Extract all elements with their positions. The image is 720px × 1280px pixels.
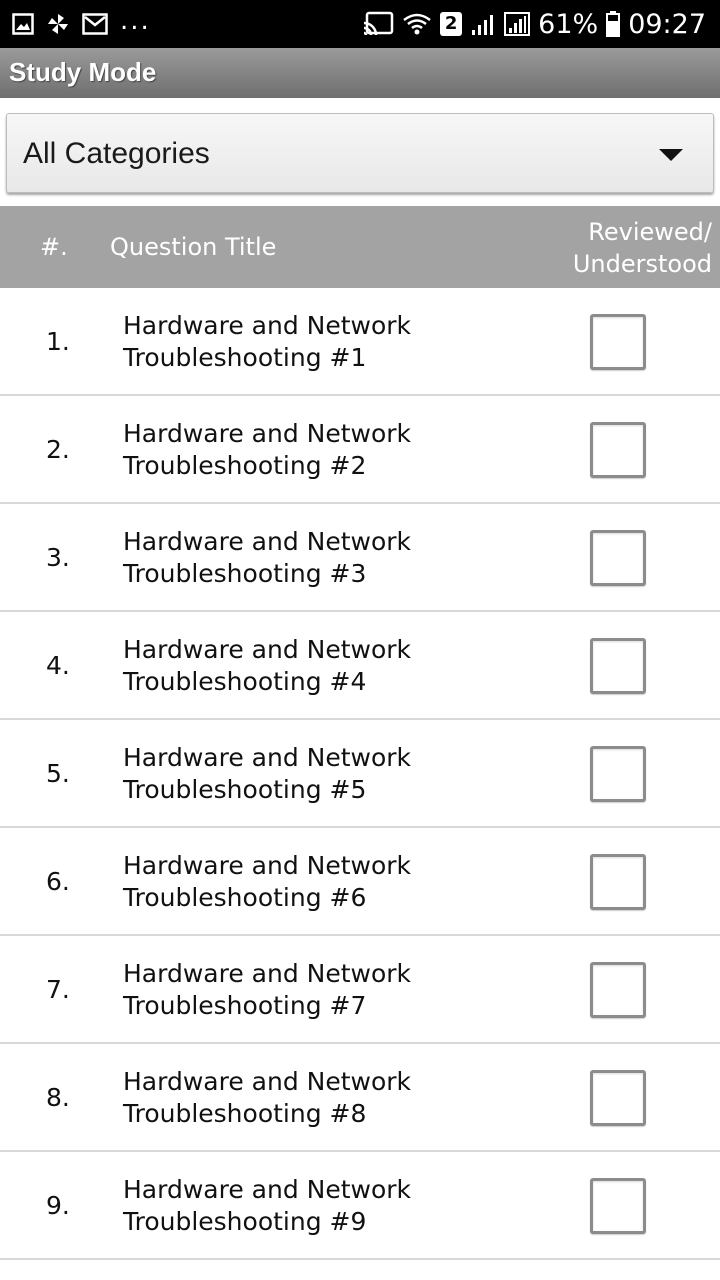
app-title-bar: Study Mode	[0, 48, 720, 98]
dropdown-arrow-icon	[659, 149, 683, 161]
reviewed-checkbox[interactable]	[590, 422, 646, 478]
reviewed-checkbox[interactable]	[590, 530, 646, 586]
table-row[interactable]: 1. Hardware and Network Troubleshooting #…	[0, 288, 720, 396]
table-row[interactable]: 7. Hardware and Network Troubleshooting #…	[0, 936, 720, 1044]
battery-icon	[606, 11, 621, 37]
question-title: Hardware and Network Troubleshooting #8	[123, 1066, 543, 1130]
question-title-line2: Troubleshooting #3	[123, 559, 367, 588]
question-title-line2: Troubleshooting #4	[123, 667, 367, 696]
overflow-indicator: ...	[120, 6, 151, 36]
question-title-line1: Hardware and Network	[123, 1067, 412, 1096]
column-header-reviewed-line2: Understood	[572, 250, 712, 278]
question-title-line2: Troubleshooting #5	[123, 775, 367, 804]
question-number: 7.	[46, 975, 70, 1004]
question-list: 1. Hardware and Network Troubleshooting #…	[0, 288, 720, 1260]
status-bar: ... 2 61% 09:27	[0, 0, 720, 48]
question-number: 6.	[46, 867, 70, 896]
question-number: 9.	[46, 1191, 70, 1220]
question-title-line1: Hardware and Network	[123, 635, 412, 664]
question-title: Hardware and Network Troubleshooting #3	[123, 526, 543, 590]
battery-percent: 61%	[538, 8, 599, 40]
column-header-number: #.	[40, 233, 68, 261]
question-title-line2: Troubleshooting #7	[123, 991, 367, 1020]
cast-icon	[362, 11, 394, 37]
question-title: Hardware and Network Troubleshooting #9	[123, 1174, 543, 1238]
question-number: 3.	[46, 543, 70, 572]
status-bar-right: 2 61% 09:27	[362, 0, 706, 48]
column-header-title: Question Title	[110, 233, 277, 261]
table-row[interactable]: 5. Hardware and Network Troubleshooting #…	[0, 720, 720, 828]
table-row[interactable]: 4. Hardware and Network Troubleshooting #…	[0, 612, 720, 720]
question-title: Hardware and Network Troubleshooting #7	[123, 958, 543, 1022]
column-header-reviewed: Reviewed/ Understood	[532, 216, 712, 280]
gmail-icon	[82, 13, 108, 35]
question-title-line1: Hardware and Network	[123, 851, 412, 880]
signal-icon	[470, 12, 496, 36]
category-selected-value: All Categories	[23, 137, 210, 170]
question-number: 1.	[46, 327, 70, 356]
question-title-line1: Hardware and Network	[123, 743, 412, 772]
question-title-line2: Troubleshooting #6	[123, 883, 367, 912]
question-title: Hardware and Network Troubleshooting #5	[123, 742, 543, 806]
reviewed-checkbox[interactable]	[590, 638, 646, 694]
reviewed-checkbox[interactable]	[590, 854, 646, 910]
page-title: Study Mode	[9, 57, 157, 87]
pinwheel-icon	[46, 12, 70, 36]
question-title-line2: Troubleshooting #1	[123, 343, 367, 372]
reviewed-checkbox[interactable]	[590, 962, 646, 1018]
category-dropdown[interactable]: All Categories	[6, 113, 714, 193]
question-title-line2: Troubleshooting #8	[123, 1099, 367, 1128]
image-icon	[12, 13, 34, 35]
table-header: #. Question Title Reviewed/ Understood	[0, 206, 720, 288]
question-title-line1: Hardware and Network	[123, 419, 412, 448]
table-row[interactable]: 2. Hardware and Network Troubleshooting #…	[0, 396, 720, 504]
question-title-line1: Hardware and Network	[123, 959, 412, 988]
question-title-line2: Troubleshooting #9	[123, 1207, 367, 1236]
question-title: Hardware and Network Troubleshooting #1	[123, 310, 543, 374]
status-bar-left: ...	[12, 0, 151, 48]
sim-badge: 2	[440, 12, 463, 36]
reviewed-checkbox[interactable]	[590, 1178, 646, 1234]
question-title: Hardware and Network Troubleshooting #6	[123, 850, 543, 914]
table-row[interactable]: 9. Hardware and Network Troubleshooting #…	[0, 1152, 720, 1260]
question-title: Hardware and Network Troubleshooting #2	[123, 418, 543, 482]
clock: 09:27	[628, 8, 706, 40]
question-title-line1: Hardware and Network	[123, 527, 412, 556]
reviewed-checkbox[interactable]	[590, 1070, 646, 1126]
question-number: 8.	[46, 1083, 70, 1112]
reviewed-checkbox[interactable]	[590, 314, 646, 370]
table-row[interactable]: 6. Hardware and Network Troubleshooting #…	[0, 828, 720, 936]
reviewed-checkbox[interactable]	[590, 746, 646, 802]
wifi-icon	[402, 12, 432, 36]
question-title-line2: Troubleshooting #2	[123, 451, 367, 480]
question-number: 4.	[46, 651, 70, 680]
signal-icon	[504, 12, 531, 36]
question-title-line1: Hardware and Network	[123, 311, 412, 340]
question-number: 5.	[46, 759, 70, 788]
question-title: Hardware and Network Troubleshooting #4	[123, 634, 543, 698]
column-header-reviewed-line1: Reviewed/	[588, 218, 712, 246]
question-number: 2.	[46, 435, 70, 464]
question-title-line1: Hardware and Network	[123, 1175, 412, 1204]
table-row[interactable]: 8. Hardware and Network Troubleshooting #…	[0, 1044, 720, 1152]
table-row[interactable]: 3. Hardware and Network Troubleshooting #…	[0, 504, 720, 612]
